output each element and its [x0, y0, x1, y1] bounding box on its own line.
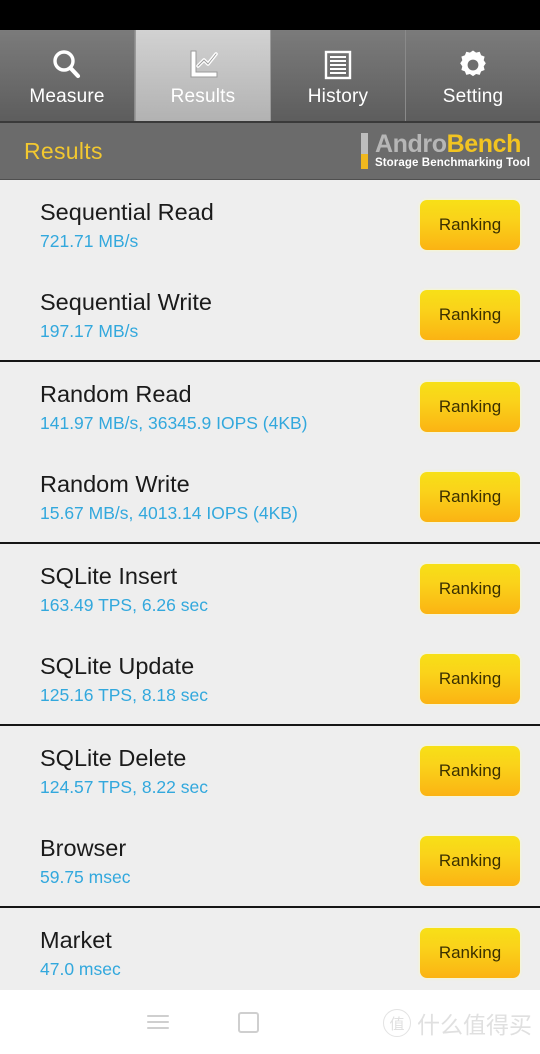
result-row: Sequential Write 197.17 MB/s Ranking	[0, 270, 540, 360]
ranking-button[interactable]: Ranking	[420, 290, 520, 340]
page-title-bar: Results AndroBench Storage Benchmarking …	[0, 123, 540, 180]
result-texts: Sequential Read 721.71 MB/s	[40, 199, 214, 251]
result-group-sqlite-a: SQLite Insert 163.49 TPS, 6.26 sec Ranki…	[0, 542, 540, 724]
brand-accent-bar-icon	[360, 133, 368, 169]
result-title: SQLite Insert	[40, 562, 178, 589]
result-title: SQLite Update	[40, 652, 195, 679]
result-value: 721.71 MB/s	[40, 230, 139, 251]
result-texts: Random Read 141.97 MB/s, 36345.9 IOPS (4…	[40, 381, 308, 433]
result-texts: Market 47.0 msec	[40, 927, 121, 979]
result-title: Sequential Read	[40, 198, 214, 225]
result-texts: SQLite Delete 124.57 TPS, 8.22 sec	[40, 745, 208, 797]
result-value: 163.49 TPS, 6.26 sec	[40, 594, 208, 615]
result-row: SQLite Delete 124.57 TPS, 8.22 sec Ranki…	[0, 726, 540, 816]
status-bar	[0, 0, 540, 30]
result-value: 124.57 TPS, 8.22 sec	[40, 776, 208, 797]
result-texts: Random Write 15.67 MB/s, 4013.14 IOPS (4…	[40, 471, 298, 523]
tab-label-history: History	[307, 86, 369, 107]
watermark: 值 什么值得买	[383, 1006, 532, 1040]
result-row: Random Write 15.67 MB/s, 4013.14 IOPS (4…	[0, 452, 540, 542]
result-value: 15.67 MB/s, 4013.14 IOPS (4KB)	[40, 502, 298, 523]
ranking-button[interactable]: Ranking	[420, 472, 520, 522]
brand-text: AndroBench Storage Benchmarking Tool	[375, 132, 530, 170]
result-row: Market 47.0 msec Ranking	[0, 908, 540, 998]
tab-setting[interactable]: Setting	[406, 30, 540, 121]
ranking-button[interactable]: Ranking	[420, 200, 520, 250]
tab-measure[interactable]: Measure	[0, 30, 135, 121]
square-home-icon	[237, 1011, 259, 1033]
result-value: 125.16 TPS, 8.18 sec	[40, 684, 208, 705]
hamburger-menu-icon	[147, 1011, 169, 1033]
ranking-button[interactable]: Ranking	[420, 382, 520, 432]
result-title: Market	[40, 926, 112, 953]
brand-name: AndroBench	[375, 132, 530, 157]
result-texts: SQLite Update 125.16 TPS, 8.18 sec	[40, 653, 208, 705]
gear-icon	[455, 45, 491, 85]
result-texts: Sequential Write 197.17 MB/s	[40, 289, 212, 341]
watermark-badge-icon: 值	[383, 1009, 411, 1037]
search-icon	[49, 45, 85, 85]
result-row: Browser 59.75 msec Ranking	[0, 816, 540, 906]
results-list: Sequential Read 721.71 MB/s Ranking Sequ…	[0, 180, 540, 998]
tab-results[interactable]: Results	[135, 30, 271, 121]
result-group-sqlite-b: SQLite Delete 124.57 TPS, 8.22 sec Ranki…	[0, 724, 540, 906]
result-row: Sequential Read 721.71 MB/s Ranking	[0, 180, 540, 270]
brand-name-part2: Bench	[446, 130, 522, 159]
ranking-button[interactable]: Ranking	[420, 928, 520, 978]
nav-menu-button[interactable]	[113, 1011, 203, 1033]
tab-history[interactable]: History	[271, 30, 406, 121]
system-navigation-bar: 值 什么值得买	[0, 990, 540, 1054]
result-row: SQLite Update 125.16 TPS, 8.18 sec Ranki…	[0, 634, 540, 724]
app-screen: Measure Results History Setting Results …	[0, 0, 540, 1054]
result-title: SQLite Delete	[40, 744, 187, 771]
result-row: Random Read 141.97 MB/s, 36345.9 IOPS (4…	[0, 362, 540, 452]
brand-name-part1: Andro	[374, 130, 447, 159]
ranking-button[interactable]: Ranking	[420, 654, 520, 704]
result-value: 197.17 MB/s	[40, 320, 139, 341]
result-value: 141.97 MB/s, 36345.9 IOPS (4KB)	[40, 412, 308, 433]
nav-home-button[interactable]	[203, 1011, 293, 1033]
result-group-random: Random Read 141.97 MB/s, 36345.9 IOPS (4…	[0, 360, 540, 542]
result-texts: SQLite Insert 163.49 TPS, 6.26 sec	[40, 563, 208, 615]
tab-label-measure: Measure	[29, 86, 105, 107]
result-title: Sequential Write	[40, 288, 212, 315]
result-title: Random Read	[40, 380, 192, 407]
list-lines-icon	[321, 45, 355, 85]
result-value: 47.0 msec	[40, 958, 121, 979]
ranking-button[interactable]: Ranking	[420, 746, 520, 796]
brand-tagline: Storage Benchmarking Tool	[374, 157, 530, 170]
result-value: 59.75 msec	[40, 866, 131, 887]
ranking-button[interactable]: Ranking	[420, 564, 520, 614]
result-title: Browser	[40, 834, 127, 861]
tab-label-setting: Setting	[442, 86, 504, 107]
ranking-button[interactable]: Ranking	[420, 836, 520, 886]
result-title: Random Write	[40, 470, 190, 497]
chart-icon	[185, 45, 221, 85]
result-row: SQLite Insert 163.49 TPS, 6.26 sec Ranki…	[0, 544, 540, 634]
result-group-market: Market 47.0 msec Ranking	[0, 906, 540, 998]
result-texts: Browser 59.75 msec	[40, 835, 130, 887]
watermark-text: 什么值得买	[417, 1013, 532, 1039]
brand-logo: AndroBench Storage Benchmarking Tool	[360, 132, 530, 170]
tab-label-results: Results	[170, 86, 236, 107]
tab-bar: Measure Results History Setting	[0, 30, 540, 123]
result-group-sequential: Sequential Read 721.71 MB/s Ranking Sequ…	[0, 180, 540, 360]
page-title: Results	[24, 137, 103, 164]
